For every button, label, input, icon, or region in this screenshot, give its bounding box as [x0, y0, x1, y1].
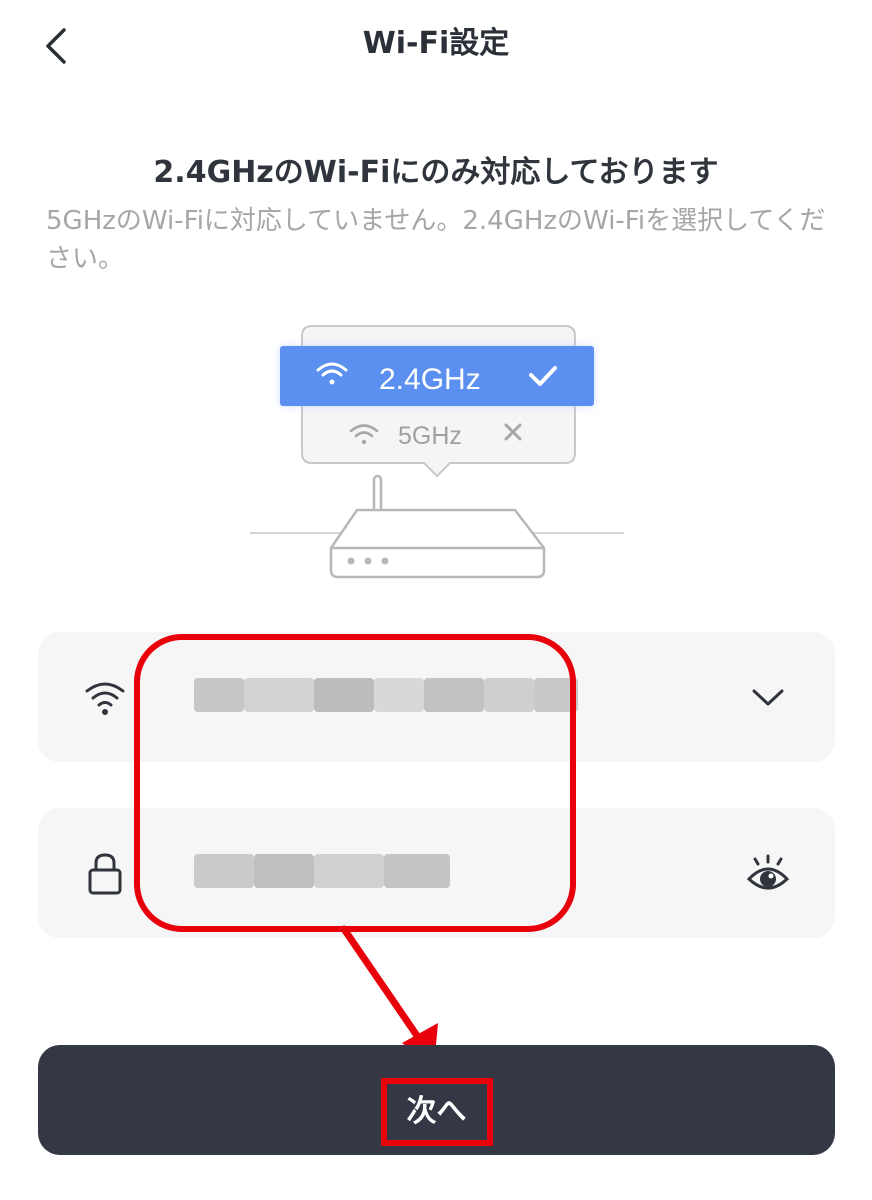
- subtext: 5GHzのWi-Fiに対応していません。2.4GHzのWi-Fiを選択してくださ…: [46, 206, 826, 274]
- chevron-down-icon: [752, 689, 784, 706]
- next-button[interactable]: 次へ: [38, 1045, 835, 1155]
- toggle-visibility-button[interactable]: [745, 850, 791, 896]
- lock-icon: [88, 853, 122, 895]
- page-title: Wi-Fi設定: [362, 26, 510, 61]
- router-illustration: 2.4GHz 5GHz: [250, 325, 624, 579]
- eye-icon: [746, 854, 790, 890]
- annotation-highlight-box: [134, 634, 576, 932]
- headline: 2.4GHzのWi-Fiにのみ対応しております: [153, 155, 719, 190]
- next-button-label: 次へ: [380, 1078, 493, 1146]
- router-icon: [329, 474, 546, 579]
- option-5-label: 5GHz: [398, 422, 462, 450]
- ssid-dropdown-button[interactable]: [745, 674, 791, 720]
- option-24-label: 2.4GHz: [379, 363, 481, 396]
- wifi-icon: [85, 682, 125, 715]
- nav-bar: Wi-Fi設定: [0, 0, 872, 92]
